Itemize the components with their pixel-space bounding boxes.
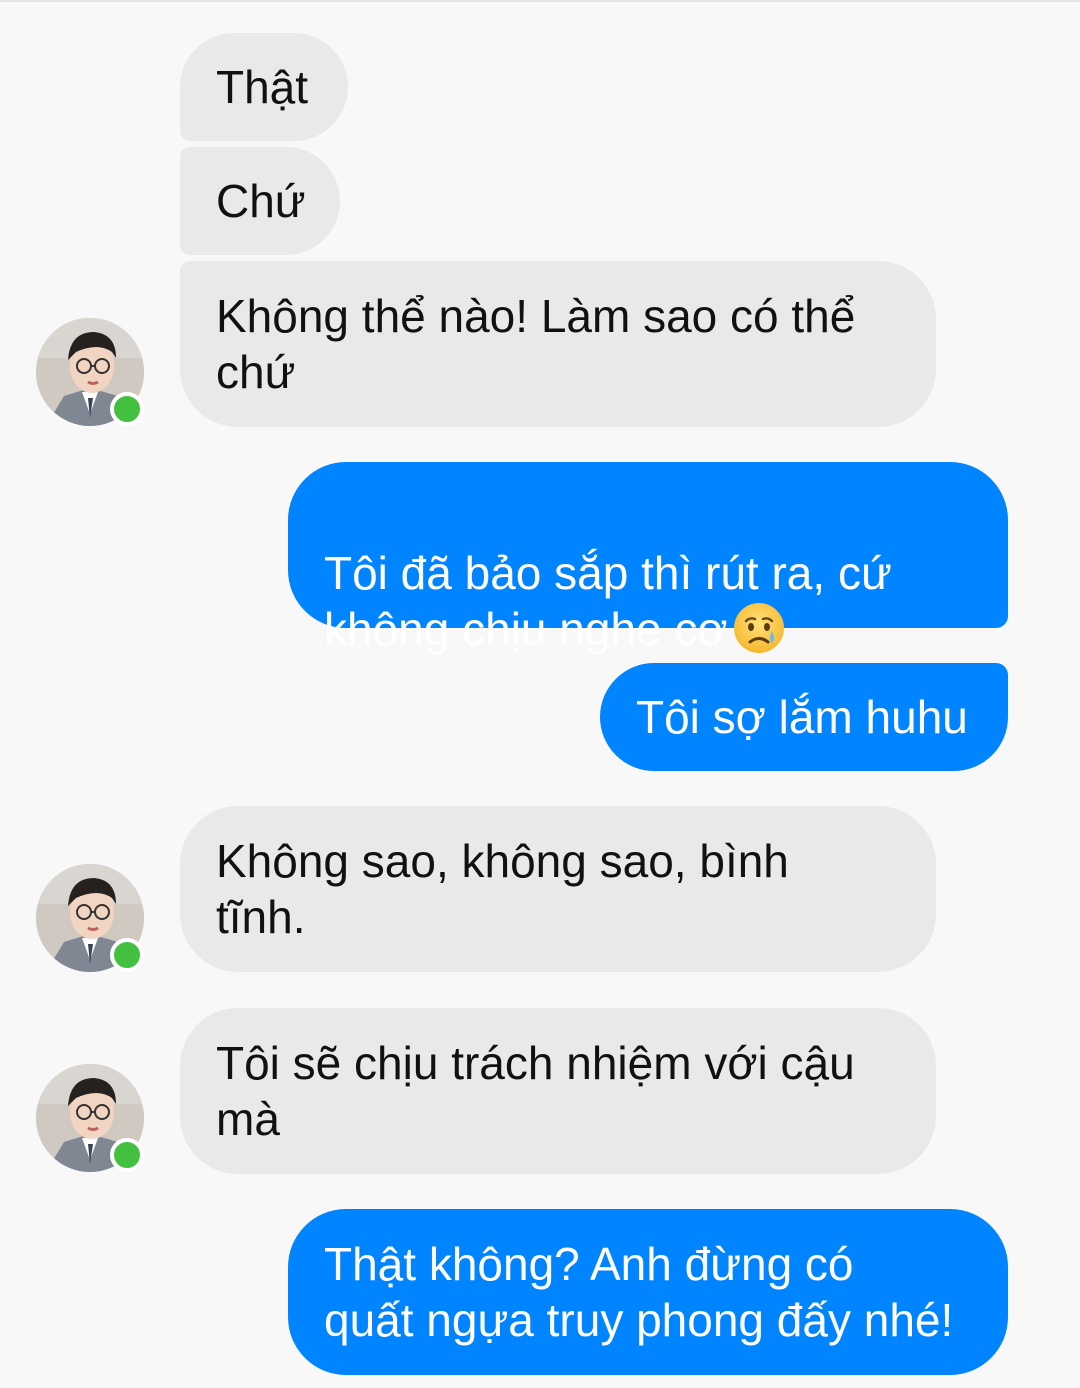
online-status-dot	[110, 392, 144, 426]
outgoing-message[interactable]: Thật không? Anh đừng có quất ngựa truy p…	[288, 1209, 1008, 1375]
incoming-message[interactable]: Không thể nào! Làm sao có thể chứ	[180, 261, 936, 427]
top-divider	[0, 0, 1080, 2]
outgoing-message[interactable]: Tôi sợ lắm huhu	[600, 663, 1008, 771]
sad-but-relieved-face-emoji	[732, 601, 786, 667]
incoming-message[interactable]: Thật	[180, 33, 348, 141]
outgoing-message[interactable]: Tôi đã bảo sắp thì rút ra, cứ không chịu…	[288, 462, 1008, 655]
message-text: Tôi đã bảo sắp thì rút ra, cứ không chịu…	[324, 547, 892, 655]
incoming-message[interactable]: Chứ	[180, 147, 340, 255]
incoming-message[interactable]: Tôi sẽ chịu trách nhiệm với cậu mà	[180, 1008, 936, 1174]
incoming-message[interactable]: Không sao, không sao, bình tĩnh.	[180, 806, 936, 972]
online-status-dot	[110, 938, 144, 972]
online-status-dot	[110, 1138, 144, 1172]
